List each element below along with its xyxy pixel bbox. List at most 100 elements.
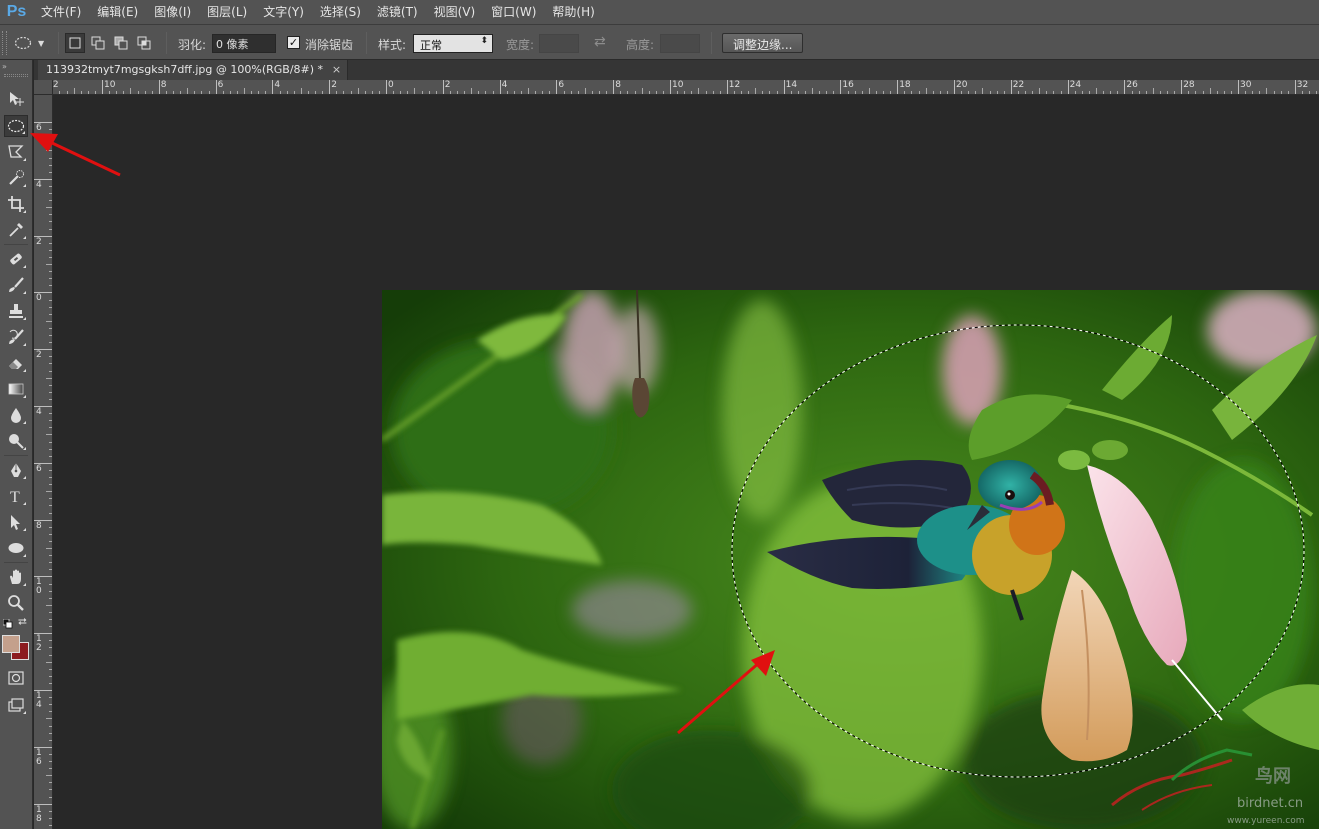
menu-help[interactable]: 帮助(H) bbox=[544, 0, 602, 24]
menu-select[interactable]: 选择(S) bbox=[312, 0, 369, 24]
ruler-minor-tick bbox=[883, 91, 884, 94]
clone-stamp-tool[interactable] bbox=[4, 300, 28, 322]
default-colors-icon[interactable] bbox=[3, 619, 13, 629]
quick-mask-button[interactable] bbox=[4, 667, 28, 689]
ruler-minor-tick bbox=[1188, 91, 1190, 94]
ruler-major-tick bbox=[670, 80, 671, 94]
healing-brush-tool[interactable] bbox=[4, 248, 28, 270]
width-input[interactable] bbox=[539, 34, 579, 53]
ruler-minor-tick bbox=[421, 91, 423, 94]
menu-edit[interactable]: 编辑(E) bbox=[89, 0, 146, 24]
polygonal-lasso-tool[interactable] bbox=[4, 141, 28, 163]
style-select[interactable]: 正常 ⬍ bbox=[413, 34, 493, 53]
options-grip[interactable] bbox=[2, 31, 7, 55]
ruler-minor-tick bbox=[854, 91, 856, 94]
blur-tool[interactable] bbox=[4, 404, 28, 426]
ellipse-shape-tool[interactable] bbox=[4, 537, 28, 559]
ruler-minor-tick bbox=[1301, 91, 1303, 94]
ruler-minor-tick bbox=[1223, 91, 1225, 94]
menu-view[interactable]: 视图(V) bbox=[426, 0, 484, 24]
tool-preset-picker[interactable]: ▼ bbox=[14, 33, 54, 53]
tools-panel: » T ⮂ bbox=[0, 60, 33, 829]
menu-filter[interactable]: 滤镜(T) bbox=[369, 0, 426, 24]
ruler-minor-tick bbox=[109, 91, 111, 94]
crop-tool[interactable] bbox=[4, 193, 28, 215]
ruler-major-tick bbox=[897, 80, 899, 94]
swap-dimensions-icon[interactable]: ⇄ bbox=[594, 34, 606, 50]
ruler-minor-tick bbox=[144, 91, 146, 94]
menu-window[interactable]: 窗口(W) bbox=[483, 0, 544, 24]
antialias-checkbox[interactable]: ✓ bbox=[287, 36, 300, 49]
ruler-minor-tick bbox=[1039, 88, 1041, 94]
ruler-minor-tick bbox=[151, 91, 153, 94]
path-selection-tool[interactable] bbox=[4, 511, 28, 533]
ruler-minor-tick bbox=[968, 91, 970, 94]
collapse-panel-icon[interactable]: » bbox=[2, 62, 7, 71]
elliptical-marquee-tool[interactable] bbox=[4, 115, 28, 137]
quick-selection-tool[interactable] bbox=[4, 167, 28, 189]
ruler-minor-tick bbox=[336, 91, 338, 94]
ruler-minor-tick bbox=[833, 91, 835, 94]
ruler-minor-tick bbox=[946, 91, 948, 94]
close-icon[interactable]: × bbox=[332, 63, 341, 76]
menu-layer[interactable]: 图层(L) bbox=[199, 0, 255, 24]
intersect-selection-icon bbox=[137, 36, 151, 50]
document-tab[interactable]: 113932tmyt7mgsgksh7dff.jpg @ 100%(RGB/8#… bbox=[38, 60, 349, 80]
ruler-minor-tick bbox=[307, 91, 309, 94]
ruler-label: 4 bbox=[501, 80, 508, 90]
ruler-major-tick bbox=[329, 80, 331, 94]
ruler-minor-tick bbox=[535, 91, 537, 94]
screen-mode-button[interactable] bbox=[4, 694, 28, 716]
new-selection-button[interactable] bbox=[65, 33, 85, 53]
refine-edge-button[interactable]: 调整边缘... bbox=[722, 33, 804, 53]
ruler-minor-tick bbox=[1230, 91, 1232, 94]
document-tab-bar: 113932tmyt7mgsgksh7dff.jpg @ 100%(RGB/8#… bbox=[34, 60, 1319, 80]
move-tool[interactable] bbox=[4, 88, 28, 110]
gradient-tool[interactable] bbox=[4, 378, 28, 400]
horizontal-ruler[interactable]: 1210864202468101214161820222426283032 bbox=[53, 80, 1319, 95]
ruler-minor-tick bbox=[797, 91, 799, 94]
ruler-label: 30 bbox=[1240, 80, 1252, 90]
eraser-tool[interactable] bbox=[4, 352, 28, 374]
ruler-minor-tick bbox=[236, 91, 238, 94]
ruler-minor-tick bbox=[868, 88, 870, 94]
eyedropper-tool[interactable] bbox=[4, 219, 28, 241]
ruler-label: 18 bbox=[36, 804, 42, 824]
height-input[interactable] bbox=[660, 34, 700, 53]
panel-grip[interactable] bbox=[4, 74, 28, 77]
vertical-ruler[interactable]: 6 4 2 0 2 4 6 8 10 12 14 16 18 bbox=[34, 95, 53, 829]
bird-photo[interactable]: 鸟网 birdnet.cn www.yureen.com bbox=[382, 290, 1319, 829]
ruler-minor-tick bbox=[741, 91, 742, 94]
foreground-color-swatch[interactable] bbox=[2, 635, 20, 653]
swap-colors-icon[interactable]: ⮂ bbox=[18, 615, 27, 629]
intersect-selection-button[interactable] bbox=[134, 33, 154, 53]
ruler-minor-tick bbox=[719, 91, 721, 94]
menu-image[interactable]: 图像(I) bbox=[146, 0, 199, 24]
style-select-value: 正常 bbox=[420, 39, 442, 52]
menu-type[interactable]: 文字(Y) bbox=[255, 0, 312, 24]
zoom-tool[interactable] bbox=[4, 592, 28, 614]
hand-tool[interactable] bbox=[4, 566, 28, 588]
menu-file[interactable]: 文件(F) bbox=[33, 0, 89, 24]
feather-input[interactable]: 0 像素 bbox=[212, 34, 276, 53]
brush-tool[interactable] bbox=[4, 274, 28, 296]
dodge-tool[interactable] bbox=[4, 430, 28, 452]
ruler-origin[interactable] bbox=[34, 80, 53, 95]
pen-tool[interactable] bbox=[4, 459, 28, 481]
ruler-minor-tick bbox=[875, 91, 877, 94]
ruler-minor-tick bbox=[364, 91, 366, 94]
ruler-minor-tick bbox=[1096, 88, 1097, 94]
canvas-area[interactable]: 鸟网 birdnet.cn www.yureen.com bbox=[53, 96, 1319, 829]
add-to-selection-button[interactable] bbox=[88, 33, 108, 53]
ruler-minor-tick bbox=[1003, 91, 1005, 94]
ruler-minor-tick bbox=[1046, 91, 1048, 94]
ruler-label: 8 bbox=[160, 80, 167, 90]
width-label: 宽度: bbox=[506, 38, 535, 52]
subtract-from-selection-button[interactable] bbox=[111, 33, 131, 53]
ruler-minor-tick bbox=[819, 91, 821, 94]
ruler-minor-tick bbox=[1060, 91, 1062, 94]
type-tool[interactable]: T bbox=[4, 485, 28, 507]
history-brush-tool[interactable] bbox=[4, 326, 28, 348]
ruler-minor-tick bbox=[435, 91, 437, 94]
ruler-minor-tick bbox=[591, 91, 593, 94]
